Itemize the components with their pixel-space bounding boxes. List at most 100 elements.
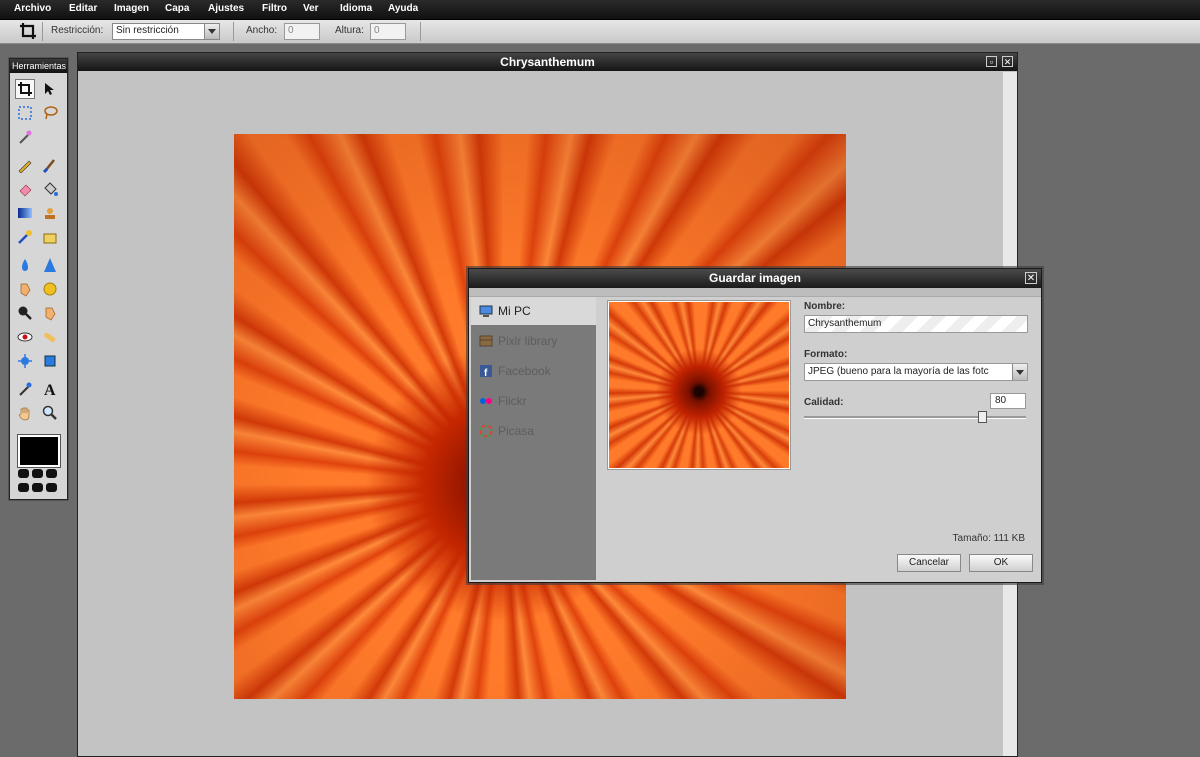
lasso-tool-icon[interactable] [40, 103, 60, 123]
picasa-icon [479, 424, 493, 438]
menu-idioma[interactable]: Idioma [340, 3, 372, 14]
image-preview [607, 300, 791, 470]
menu-editar[interactable]: Editar [69, 3, 97, 14]
palette-button[interactable] [46, 469, 57, 478]
ok-button[interactable]: OK [969, 554, 1033, 572]
menu-archivo[interactable]: Archivo [14, 3, 51, 14]
destination-label: Facebook [498, 364, 551, 378]
close-icon[interactable]: ✕ [1002, 56, 1013, 67]
quality-value: 80 [995, 395, 1007, 406]
destination-label: Mi PC [498, 304, 531, 318]
library-icon [479, 335, 493, 347]
sponge-tool-icon[interactable] [40, 279, 60, 299]
menu-bar: Archivo Editar Imagen Capa Ajustes Filtr… [0, 0, 1200, 20]
maximize-icon[interactable]: ▫ [986, 56, 997, 67]
destination-label: Pixlr library [498, 334, 558, 348]
width-label: Ancho: [246, 25, 278, 36]
dialog-title: Guardar imagen [708, 271, 802, 285]
pencil-tool-icon[interactable] [15, 155, 35, 175]
options-bar: Restricción: Sin restricción Ancho: 0 Al… [0, 20, 1200, 44]
crop-tool-icon[interactable] [15, 79, 35, 99]
burn-tool-icon[interactable] [40, 303, 60, 323]
move-tool-icon[interactable] [40, 79, 60, 99]
palette-button[interactable] [18, 483, 29, 492]
gradient-tool-icon[interactable] [15, 203, 35, 223]
palette-button[interactable] [46, 483, 57, 492]
menu-capa[interactable]: Capa [165, 3, 189, 14]
restriction-select[interactable]: Sin restricción [112, 23, 220, 40]
bloat-tool-icon[interactable] [15, 351, 35, 371]
facebook-icon: f [479, 365, 493, 379]
menu-ver[interactable]: Ver [303, 3, 319, 14]
dialog-title-bar: Guardar imagen ✕ [469, 269, 1041, 288]
destination-mi-pc[interactable]: Mi PC [471, 297, 596, 325]
eraser-tool-icon[interactable] [15, 179, 35, 199]
width-value: 0 [288, 25, 294, 36]
type-tool-icon[interactable]: A [40, 379, 60, 399]
sharpen-tool-icon[interactable] [40, 255, 60, 275]
menu-ajustes[interactable]: Ajustes [208, 3, 244, 14]
destination-flickr[interactable]: Flickr [471, 387, 596, 415]
spot-heal-tool-icon[interactable] [40, 327, 60, 347]
height-input[interactable]: 0 [370, 23, 406, 40]
quality-input[interactable]: 80 [990, 393, 1026, 409]
document-title: Chrysanthemum [500, 55, 595, 69]
menu-filtro[interactable]: Filtro [262, 3, 287, 14]
divider [233, 22, 234, 41]
color-swatch[interactable] [17, 434, 61, 468]
restriction-value: Sin restricción [116, 25, 179, 36]
svg-text:A: A [44, 382, 56, 397]
drawing-tool-icon[interactable] [40, 227, 60, 247]
brush-tool-icon[interactable] [40, 155, 60, 175]
height-label: Altura: [335, 25, 364, 36]
dodge-tool-icon[interactable] [15, 303, 35, 323]
tools-panel-title: Herramientas [10, 59, 67, 73]
cancel-button[interactable]: Cancelar [897, 554, 961, 572]
zoom-tool-icon[interactable] [40, 403, 60, 423]
destination-pixlr-library[interactable]: Pixlr library [471, 327, 596, 355]
name-value: Chrysanthemum [808, 318, 882, 329]
red-eye-tool-icon[interactable] [15, 327, 35, 347]
crop-icon [18, 21, 38, 41]
height-value: 0 [374, 25, 380, 36]
magic-wand-icon[interactable] [15, 127, 35, 147]
destination-label: Flickr [498, 394, 527, 408]
restriction-label: Restricción: [51, 25, 104, 36]
menu-ayuda[interactable]: Ayuda [388, 3, 418, 14]
pinch-tool-icon[interactable] [40, 351, 60, 371]
palette-button[interactable] [32, 469, 43, 478]
destination-picasa[interactable]: Picasa [471, 417, 596, 445]
flickr-icon [479, 395, 493, 407]
quality-slider-handle[interactable] [977, 411, 987, 423]
destination-label: Picasa [498, 424, 535, 438]
save-dialog: Guardar imagen ✕ Mi PC Pixlr library f F… [468, 268, 1042, 583]
color-picker-icon[interactable] [15, 379, 35, 399]
color-replace-icon[interactable] [15, 227, 35, 247]
destination-facebook[interactable]: f Facebook [471, 357, 596, 385]
palette-button[interactable] [32, 483, 43, 492]
format-select[interactable]: JPEG (bueno para la mayoría de las fotc [804, 363, 1028, 381]
smudge-tool-icon[interactable] [15, 279, 35, 299]
hand-tool-icon[interactable] [15, 403, 35, 423]
name-input[interactable]: Chrysanthemum [804, 315, 1028, 333]
divider [42, 22, 43, 41]
width-input[interactable]: 0 [284, 23, 320, 40]
close-icon[interactable]: ✕ [1025, 272, 1037, 284]
destination-list: Mi PC Pixlr library f Facebook Flickr Pi… [471, 297, 596, 580]
blur-tool-icon[interactable] [15, 255, 35, 275]
palette-button[interactable] [18, 469, 29, 478]
divider [420, 22, 421, 41]
quality-slider[interactable] [804, 411, 1026, 423]
dialog-header-strip [469, 288, 1041, 297]
menu-imagen[interactable]: Imagen [114, 3, 149, 14]
marquee-tool-icon[interactable] [15, 103, 35, 123]
name-label: Nombre: [804, 301, 846, 312]
paint-bucket-icon[interactable] [40, 179, 60, 199]
file-size: Tamaño: 111 KB [952, 533, 1025, 544]
document-title-bar: Chrysanthemum ▫ ✕ [78, 53, 1017, 71]
clone-stamp-icon[interactable] [40, 203, 60, 223]
format-label: Formato: [804, 349, 848, 360]
tools-panel: Herramientas A [9, 58, 68, 500]
format-value: JPEG (bueno para la mayoría de las fotc [808, 366, 989, 377]
computer-icon [479, 305, 493, 317]
